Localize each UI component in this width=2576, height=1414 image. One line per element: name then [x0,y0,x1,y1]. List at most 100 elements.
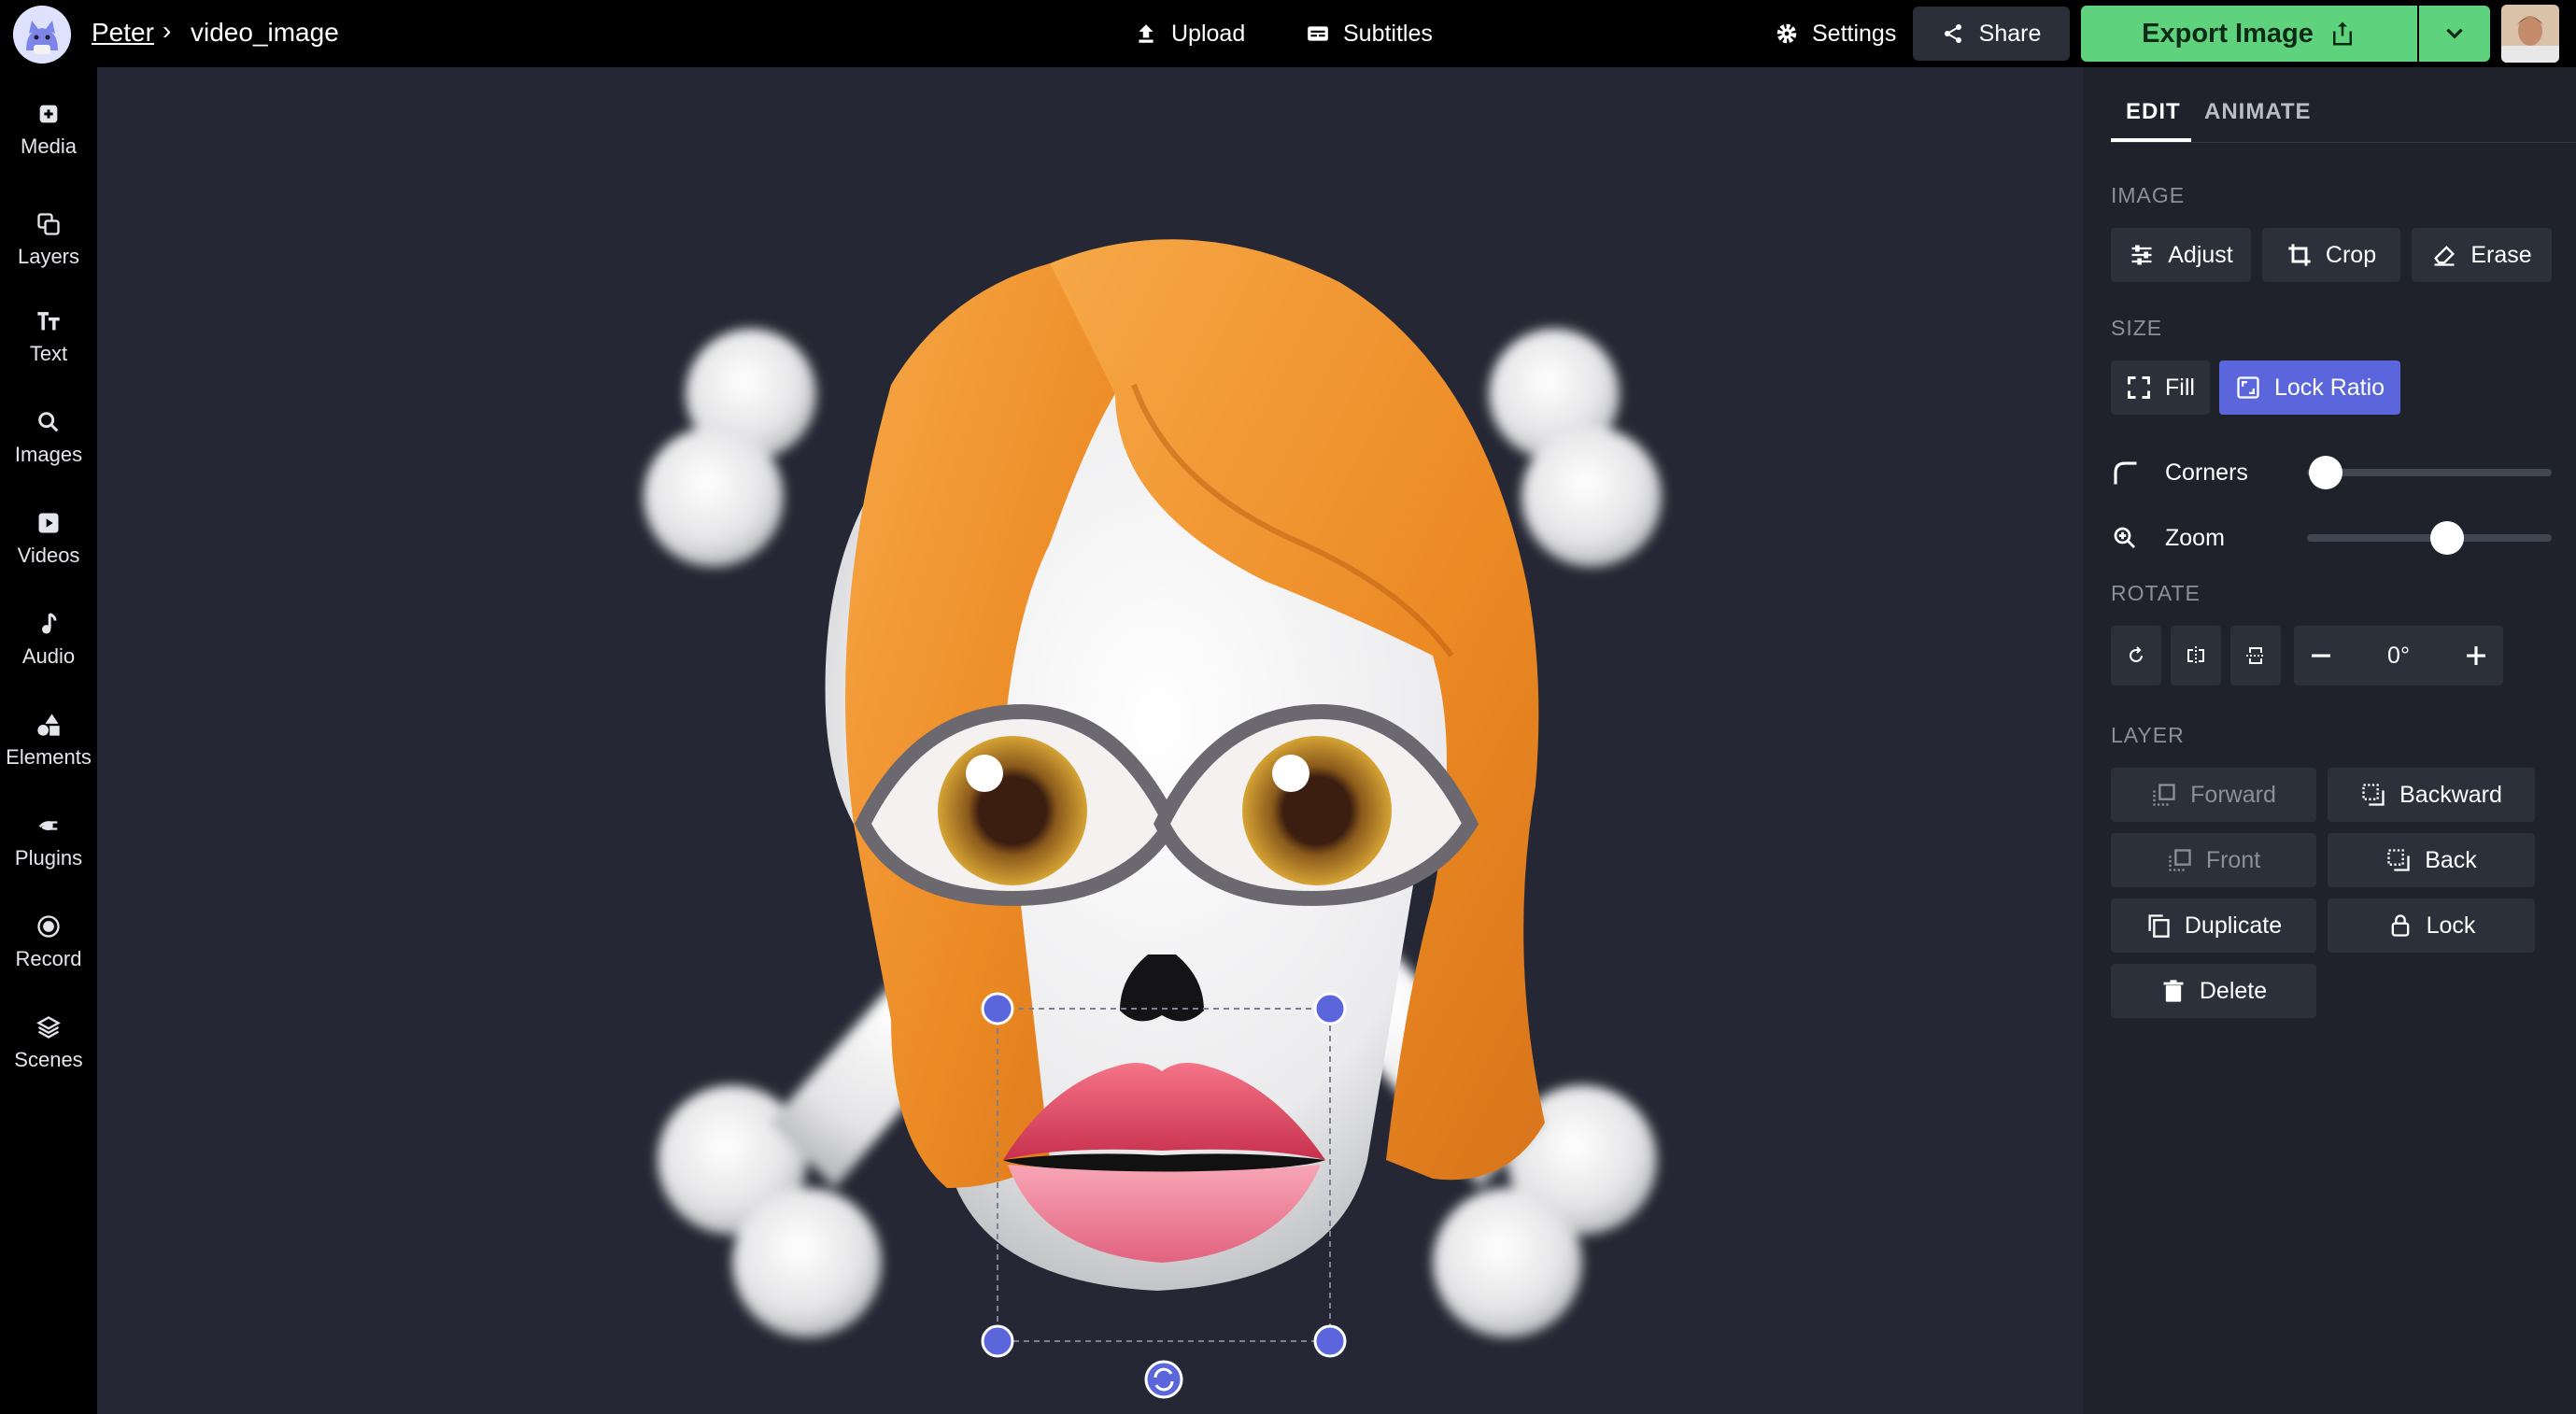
share-icon [1944,24,1961,43]
adjust-button[interactable]: Adjust [2111,228,2251,282]
export-share-icon [2332,21,2352,46]
forward-button[interactable]: Forward [2111,768,2316,822]
resize-handle-top-right[interactable] [1313,992,1347,1025]
editor-canvas[interactable] [97,67,2083,1414]
back-button[interactable]: Back [2328,833,2535,887]
app-logo[interactable] [13,6,71,64]
sidebar-label-layers: Layers [17,245,80,268]
corners-control: Corners [2111,454,2248,491]
skull-emoji-artwork [644,239,1662,1399]
sidebar-label-scenes: Scenes [14,1048,83,1071]
fill-button[interactable]: Fill [2111,361,2210,415]
sidebar-item-text[interactable]: Text [0,308,97,392]
breadcrumb-user-link[interactable]: Peter [92,18,154,48]
gear-icon [1776,23,1797,44]
sidebar-item-images[interactable]: Images [0,409,97,493]
record-icon [37,915,60,938]
rotate-button[interactable] [2111,626,2161,686]
backward-button[interactable]: Backward [2328,768,2535,822]
minus-icon[interactable] [2307,642,2335,670]
plus-icon[interactable] [2462,642,2490,670]
music-note-icon [42,613,57,634]
tab-edit[interactable]: EDIT [2126,99,2181,125]
aspect-ratio-icon [2237,376,2259,399]
copy-icon [2148,914,2170,938]
export-options-button[interactable] [2419,6,2490,62]
erase-button[interactable]: Erase [2412,228,2552,282]
bring-forward-icon [2153,784,2175,806]
sidebar-item-media[interactable]: Media [0,101,97,185]
front-button[interactable]: Front [2111,833,2316,887]
image-section-heading: IMAGE [2111,183,2186,207]
flip-horizontal-icon [2187,646,2204,665]
resize-handle-bottom-left[interactable] [981,1324,1014,1358]
top-bar: Peter › video_image Upload Subtitles Set… [0,0,2576,67]
properties-panel: EDIT ANIMATE IMAGE Adjust Crop Erase SIZ… [2083,67,2576,1414]
crop-icon [2288,244,2311,266]
tab-animate[interactable]: ANIMATE [2204,99,2312,125]
sidebar-item-audio[interactable]: Audio [0,611,97,695]
sidebar-item-scenes[interactable]: Scenes [0,1014,97,1098]
shapes-icon [37,714,60,736]
layers-icon [37,213,60,235]
upload-icon [1139,24,1154,43]
lock-ratio-button[interactable]: Lock Ratio [2219,361,2400,415]
front-label: Front [2205,846,2261,873]
sidebar-item-plugins[interactable]: Plugins [0,813,97,897]
user-photo-icon [2501,5,2559,63]
breadcrumb-separator: › [163,16,172,45]
user-avatar[interactable] [2501,5,2559,63]
rotate-value[interactable]: 0° [2387,643,2410,670]
export-image-button[interactable]: Export Image [2081,6,2417,62]
zoom-slider-knob[interactable] [2430,521,2464,555]
cat-logo-icon [13,6,71,64]
sidebar-label-audio: Audio [21,644,76,668]
zoom-icon [2114,527,2135,548]
layer-section-heading: LAYER [2111,723,2185,747]
share-label: Share [1978,20,2042,47]
upload-label: Upload [1171,20,1246,47]
size-section-heading: SIZE [2111,316,2163,340]
resize-handle-bottom-right[interactable] [1313,1324,1347,1358]
zoom-slider[interactable] [2307,534,2552,542]
sidebar-label-elements: Elements [6,745,92,769]
sidebar-label-text: Text [29,342,68,365]
video-icon [38,513,59,533]
sidebar-label-media: Media [21,134,77,158]
subtitles-button[interactable]: Subtitles [1306,13,1433,54]
adjust-label: Adjust [2168,241,2233,268]
lock-button[interactable]: Lock [2328,898,2535,953]
settings-button[interactable]: Settings [1775,13,1896,54]
flip-vertical-button[interactable] [2230,626,2281,686]
sidebar-item-layers[interactable]: Layers [0,211,97,295]
corners-label: Corners [2165,459,2248,486]
share-button[interactable]: Share [1913,7,2070,61]
corners-slider[interactable] [2307,469,2552,476]
flip-horizontal-button[interactable] [2171,626,2221,686]
sidebar-item-record[interactable]: Record [0,913,97,997]
duplicate-label: Duplicate [2184,912,2283,939]
plug-icon [38,821,58,830]
stack-icon [36,1016,61,1039]
sidebar-item-elements[interactable]: Elements [0,712,97,796]
corners-slider-knob[interactable] [2309,456,2342,489]
settings-label: Settings [1812,20,1897,47]
trash-icon [2163,980,2184,1002]
delete-label: Delete [2199,977,2268,1004]
project-title[interactable]: video_image [191,18,339,48]
delete-button[interactable]: Delete [2111,964,2316,1018]
subtitles-label: Subtitles [1343,20,1433,47]
resize-handle-top-left[interactable] [981,992,1014,1025]
duplicate-button[interactable]: Duplicate [2111,898,2316,953]
zoom-control: Zoom [2111,519,2225,557]
crop-button[interactable]: Crop [2262,228,2400,282]
corner-radius-icon [2114,461,2137,485]
upload-button[interactable]: Upload [1134,13,1245,54]
text-icon [37,312,60,331]
expand-icon [2128,376,2150,399]
rotate-handle[interactable] [1144,1360,1183,1399]
sidebar-item-videos[interactable]: Videos [0,510,97,594]
rotate-section-heading: ROTATE [2111,581,2201,605]
tab-divider [2111,142,2576,143]
rotate-stepper: 0° [2294,626,2503,686]
